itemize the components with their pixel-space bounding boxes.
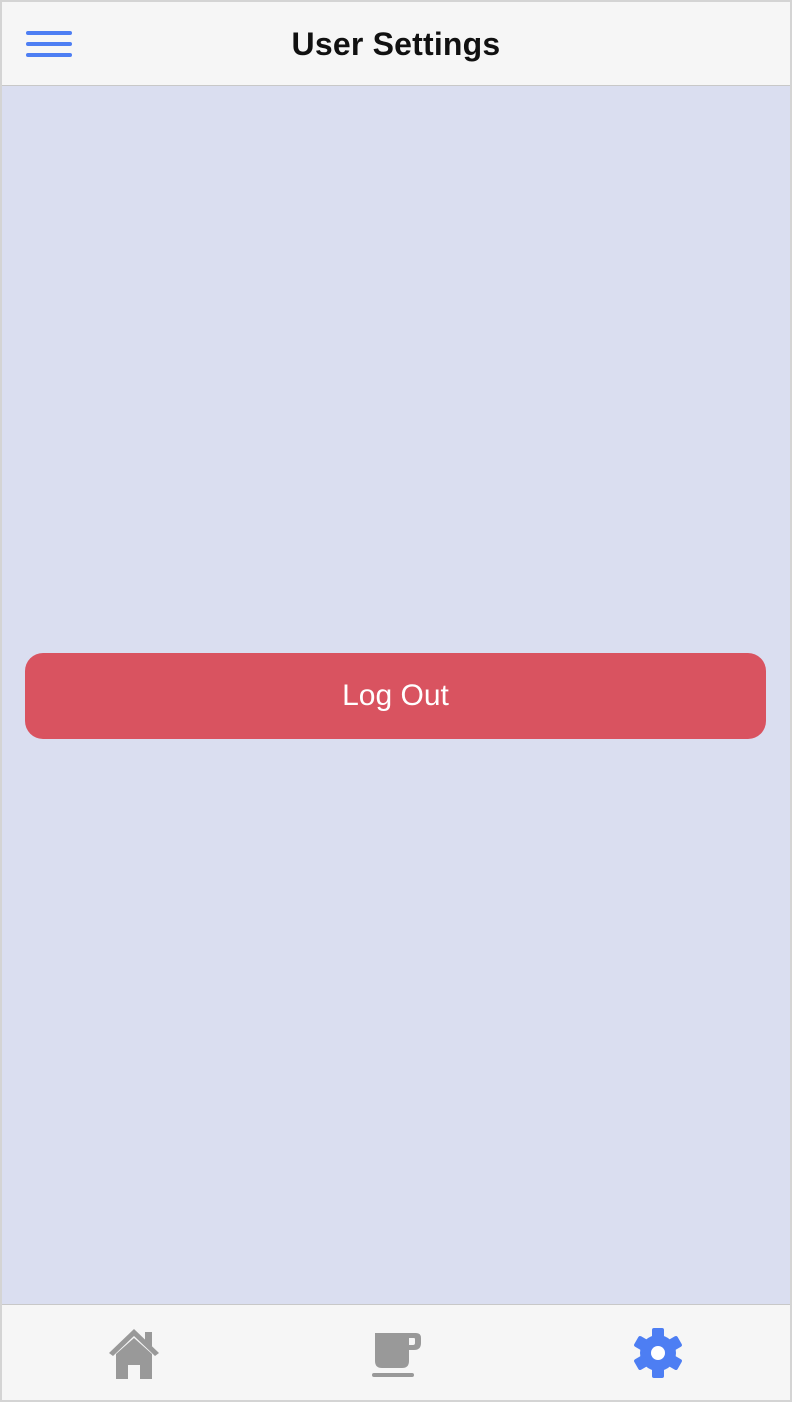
tab-settings[interactable] [628,1323,688,1383]
page-title: User Settings [291,26,501,62]
home-icon [109,1329,159,1379]
coffee-cup-icon [372,1333,421,1377]
logout-button[interactable]: Log Out [25,653,766,739]
app-screen: User Settings Log Out [0,0,792,1402]
tab-home[interactable] [104,1323,164,1383]
tab-coffee[interactable] [364,1323,424,1383]
header-bar: User Settings [2,2,790,86]
settings-content: Log Out [2,87,790,1306]
bottom-tab-bar [2,1304,790,1400]
gear-icon [634,1328,682,1378]
